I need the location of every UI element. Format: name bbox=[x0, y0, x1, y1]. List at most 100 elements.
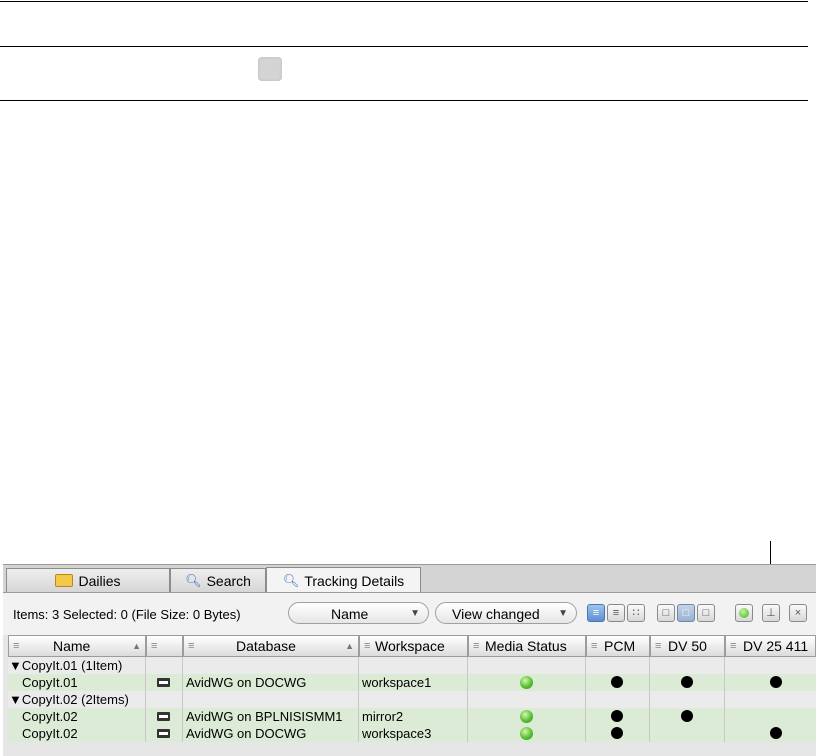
tab-tracking-details-label: Tracking Details bbox=[304, 572, 405, 589]
refresh-icon[interactable] bbox=[735, 604, 753, 622]
chevron-down-icon: ▼ bbox=[410, 608, 420, 619]
group-row[interactable]: ▼CopyIt.02 (2Items) bbox=[8, 691, 816, 708]
type-cell bbox=[146, 725, 183, 742]
tab-tracking-details[interactable]: 🔍︎ Tracking Details bbox=[266, 567, 421, 593]
column-menu-icon: ≡ bbox=[655, 640, 662, 652]
sort-asc-icon: ▲ bbox=[345, 641, 354, 651]
tab-dailies-label: Dailies bbox=[78, 572, 121, 589]
present-dot-icon bbox=[770, 676, 782, 688]
items-info: Items: 3 Selected: 0 (File Size: 0 Bytes… bbox=[13, 607, 241, 622]
type-cell bbox=[146, 708, 183, 725]
column-menu-icon: ≡ bbox=[473, 640, 480, 652]
toolbar: Items: 3 Selected: 0 (File Size: 0 Bytes… bbox=[3, 592, 816, 635]
status-online-icon bbox=[520, 676, 533, 689]
empty-cell bbox=[183, 657, 359, 674]
pin-icon[interactable]: ⊥ bbox=[762, 604, 780, 622]
media-status-cell bbox=[468, 708, 586, 725]
film-icon bbox=[157, 678, 170, 687]
pcm-cell bbox=[586, 725, 650, 742]
placeholder-image bbox=[258, 57, 282, 81]
tracking-panel: Dailies 🔍︎ Search 🔍︎ Tracking Details It… bbox=[3, 564, 816, 756]
workspace-cell: workspace3 bbox=[359, 725, 468, 742]
column-header-type[interactable]: ≡ bbox=[146, 635, 183, 657]
column-header-workspace-label: Workspace bbox=[375, 638, 445, 654]
tab-search-label: Search bbox=[206, 572, 251, 589]
dv25-cell bbox=[725, 725, 816, 742]
present-dot-icon bbox=[681, 676, 693, 688]
tab-search[interactable]: 🔍︎ Search bbox=[170, 568, 266, 592]
list-view-icon[interactable]: ≡ bbox=[587, 604, 605, 622]
folder-icon bbox=[55, 574, 74, 587]
column-menu-icon: ≡ bbox=[730, 640, 737, 652]
column-menu-icon: ≡ bbox=[591, 640, 598, 652]
table-row[interactable]: CopyIt.01 AvidWG on DOCWG workspace1 bbox=[8, 674, 816, 691]
present-dot-icon bbox=[770, 727, 782, 739]
name-cell: CopyIt.02 bbox=[8, 708, 146, 725]
workspace-cell: mirror2 bbox=[359, 708, 468, 725]
sort-dropdown[interactable]: Name ▼ bbox=[288, 602, 429, 624]
present-dot-icon bbox=[611, 727, 623, 739]
close-icon[interactable]: × bbox=[789, 604, 807, 622]
pane-left-icon[interactable]: □ bbox=[657, 604, 675, 622]
sort-asc-icon: ▲ bbox=[132, 641, 141, 651]
empty-cell bbox=[650, 691, 725, 708]
column-menu-icon: ≡ bbox=[364, 640, 371, 652]
present-dot-icon bbox=[611, 676, 623, 688]
empty-cell bbox=[359, 657, 468, 674]
table-row[interactable]: CopyIt.02 AvidWG on DOCWG workspace3 bbox=[8, 725, 816, 742]
database-cell: AvidWG on DOCWG bbox=[183, 674, 359, 691]
sort-dropdown-value: Name bbox=[331, 606, 369, 622]
column-header-dv50-label: DV 50 bbox=[668, 638, 707, 654]
dv25-cell bbox=[725, 674, 816, 691]
name-cell: CopyIt.01 bbox=[8, 674, 146, 691]
tab-bar: Dailies 🔍︎ Search 🔍︎ Tracking Details bbox=[3, 564, 816, 593]
group-label: ▼CopyIt.02 (2Items) bbox=[8, 691, 146, 708]
status-online-icon bbox=[520, 710, 533, 723]
column-menu-icon: ≡ bbox=[151, 640, 158, 652]
group-row[interactable]: ▼CopyIt.01 (1Item) bbox=[8, 657, 816, 674]
column-header-name[interactable]: ≡ Name ▲ bbox=[8, 635, 146, 657]
pcm-cell bbox=[586, 708, 650, 725]
database-cell: AvidWG on BPLNISISMM1 bbox=[183, 708, 359, 725]
film-icon bbox=[157, 729, 170, 738]
tab-dailies[interactable]: Dailies bbox=[6, 568, 170, 592]
dv50-cell bbox=[650, 674, 725, 691]
empty-cell bbox=[468, 657, 586, 674]
column-header-media-status[interactable]: ≡ Media Status bbox=[468, 635, 586, 657]
column-header-dv25-411-label: DV 25 411 bbox=[743, 638, 809, 654]
film-icon bbox=[157, 712, 170, 721]
empty-cell bbox=[146, 657, 183, 674]
empty-cell bbox=[650, 657, 725, 674]
column-header-dv25-411[interactable]: ≡ DV 25 411 bbox=[725, 635, 816, 657]
empty-cell bbox=[468, 691, 586, 708]
rule-middle bbox=[0, 46, 808, 47]
empty-cell bbox=[586, 691, 650, 708]
search-icon: 🔍︎ bbox=[282, 572, 300, 588]
pane-middle-icon[interactable]: □ bbox=[677, 604, 695, 622]
rule-bottom bbox=[0, 100, 808, 101]
search-icon: 🔍︎ bbox=[185, 572, 202, 588]
media-status-cell bbox=[468, 674, 586, 691]
table-row[interactable]: CopyIt.02 AvidWG on BPLNISISMM1 mirror2 bbox=[8, 708, 816, 725]
empty-cell bbox=[586, 657, 650, 674]
column-header-name-label: Name bbox=[53, 638, 91, 654]
database-cell: AvidWG on DOCWG bbox=[183, 725, 359, 742]
pane-right-icon[interactable]: □ bbox=[697, 604, 715, 622]
column-header-pcm-label: PCM bbox=[604, 638, 636, 654]
thumbnail-view-icon[interactable]: ∷ bbox=[627, 604, 645, 622]
column-header-media-status-label: Media Status bbox=[485, 638, 567, 654]
chevron-down-icon: ▼ bbox=[558, 608, 568, 619]
column-header-workspace[interactable]: ≡ Workspace bbox=[359, 635, 468, 657]
column-header-pcm[interactable]: ≡ PCM bbox=[586, 635, 650, 657]
detail-view-icon[interactable]: ≡ bbox=[607, 604, 625, 622]
view-dropdown[interactable]: View changed ▼ bbox=[435, 602, 577, 624]
dv50-cell bbox=[650, 708, 725, 725]
empty-cell bbox=[359, 691, 468, 708]
column-header-database[interactable]: ≡ Database ▲ bbox=[183, 635, 359, 657]
column-header-dv50[interactable]: ≡ DV 50 bbox=[650, 635, 725, 657]
present-dot-icon bbox=[611, 710, 623, 722]
name-cell: CopyIt.02 bbox=[8, 725, 146, 742]
empty-cell bbox=[183, 691, 359, 708]
empty-cell bbox=[146, 691, 183, 708]
dv25-cell bbox=[725, 708, 816, 725]
